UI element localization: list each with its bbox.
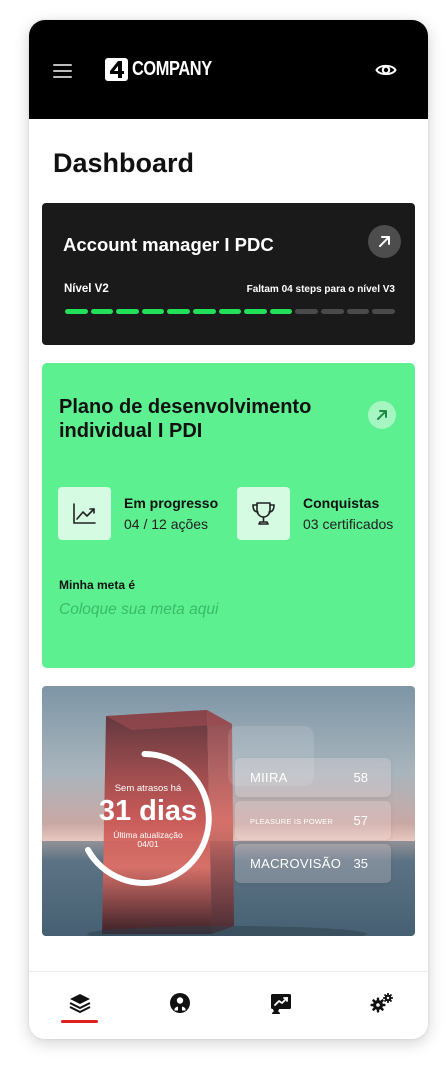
arrow-up-right-icon xyxy=(379,236,390,247)
progress-step-pending xyxy=(346,309,370,314)
pdi-open-button[interactable] xyxy=(368,401,396,429)
stat-in-progress-value: 04 / 12 ações xyxy=(124,516,209,532)
goal-label: Minha meta é xyxy=(59,578,136,592)
ranking-row[interactable]: PLEASURE IS POWER 57 xyxy=(235,801,391,840)
ranking-row[interactable]: MACROVISÃO 35 xyxy=(235,844,391,883)
level-progress-bar xyxy=(65,309,395,314)
menu-icon[interactable] xyxy=(53,64,72,78)
pdi-card: Plano de desenvolvimento individual I PD… xyxy=(42,363,415,668)
logo-mark xyxy=(105,58,128,81)
trophy-icon[interactable] xyxy=(237,487,290,540)
career-card: Account manager I PDC Nível V2 Faltam 04… xyxy=(42,203,415,345)
progress-step-done xyxy=(141,309,165,314)
settings-icon[interactable] xyxy=(367,988,397,1018)
progress-step-done xyxy=(90,309,114,314)
streak-card: Sem atrasos há 31 dias Última atualizaçã… xyxy=(42,686,415,936)
career-title: Account manager I PDC xyxy=(63,234,274,255)
arrow-up-right-icon xyxy=(377,410,387,420)
progress-step-pending xyxy=(295,309,319,314)
progress-step-done xyxy=(269,309,293,314)
progress-step-pending xyxy=(321,309,344,314)
progress-step-done xyxy=(65,309,88,314)
streak-caption: Sem atrasos há xyxy=(114,783,182,794)
bottom-nav xyxy=(29,971,428,1039)
stat-in-progress-label: Em progresso xyxy=(124,495,219,511)
pdi-title: Plano de desenvolvimento individual I PD… xyxy=(59,396,312,442)
eye-icon[interactable] xyxy=(375,60,397,80)
current-level: Nível V2 xyxy=(64,283,109,295)
ranking-name: PLEASURE IS POWER xyxy=(250,817,334,826)
ranking-value: 58 xyxy=(353,770,368,785)
progress-step-done xyxy=(193,309,216,314)
stat-achievements-value: 03 certificados xyxy=(303,516,394,532)
goal-input[interactable] xyxy=(57,599,401,621)
app-screen: COMPANY Dashboard Account manager I PDC … xyxy=(29,20,428,1039)
top-bar: COMPANY xyxy=(29,20,428,119)
ranking-row[interactable]: MIIRA 58 xyxy=(235,758,391,797)
ranking-name: MIIRA xyxy=(250,770,288,785)
page-title: Dashboard xyxy=(53,148,195,178)
progress-step-done xyxy=(244,309,267,314)
progress-step-pending xyxy=(372,309,395,314)
streak-value: 31 dias xyxy=(98,795,198,827)
trending-up-icon[interactable] xyxy=(58,487,111,540)
last-update-date: 04/01 xyxy=(137,839,159,849)
profile-icon[interactable] xyxy=(165,988,195,1018)
remaining-steps: Faltam 04 steps para o nível V3 xyxy=(246,284,395,295)
ranking-value: 57 xyxy=(353,813,368,828)
last-update: Última atualização 04/01 xyxy=(88,831,208,849)
career-open-button[interactable] xyxy=(368,225,401,258)
active-tab-indicator xyxy=(61,1020,98,1023)
ranking-value: 35 xyxy=(353,856,368,871)
progress-step-done xyxy=(167,309,191,314)
growth-icon[interactable] xyxy=(266,988,296,1018)
progress-step-done xyxy=(218,309,242,314)
company-logo: COMPANY xyxy=(105,57,229,82)
layers-icon[interactable] xyxy=(65,988,95,1018)
progress-step-done xyxy=(116,309,139,314)
ranking-name: MACROVISÃO xyxy=(250,856,342,871)
stat-achievements-label: Conquistas xyxy=(303,495,380,511)
logo-text: COMPANY xyxy=(132,58,212,80)
